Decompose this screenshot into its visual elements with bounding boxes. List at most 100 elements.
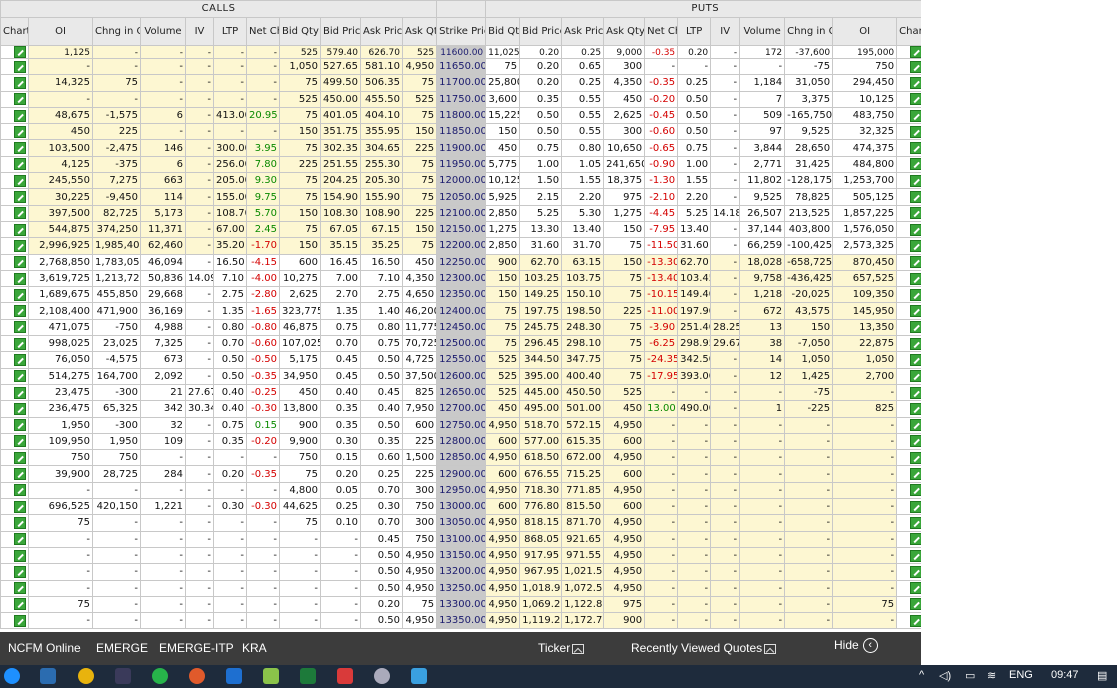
chart-cell[interactable] bbox=[0, 74, 29, 92]
chart-icon[interactable] bbox=[14, 419, 26, 432]
chart-icon[interactable] bbox=[14, 93, 26, 106]
footer-link-emerge-itp[interactable]: EMERGE-ITP bbox=[159, 641, 234, 655]
language-indicator[interactable]: ENG bbox=[1009, 669, 1033, 681]
chart-icon[interactable] bbox=[910, 207, 921, 220]
chart-cell[interactable] bbox=[896, 546, 921, 565]
recently-viewed-toggle[interactable]: Recently Viewed Quotes bbox=[631, 641, 777, 655]
chart-icon[interactable] bbox=[910, 272, 921, 285]
chart-cell[interactable] bbox=[896, 383, 921, 402]
chart-icon[interactable] bbox=[14, 484, 26, 497]
chart-cell[interactable] bbox=[896, 465, 921, 483]
chart-cell[interactable] bbox=[896, 269, 921, 288]
chart-cell[interactable] bbox=[0, 237, 29, 255]
chart-cell[interactable] bbox=[896, 595, 921, 614]
chart-cell[interactable] bbox=[896, 188, 921, 206]
strike-price[interactable]: 12400.00 bbox=[436, 302, 487, 320]
chart-cell[interactable] bbox=[896, 481, 921, 500]
chart-icon[interactable] bbox=[14, 370, 26, 383]
strike-price[interactable]: 12300.00 bbox=[436, 269, 487, 288]
chart-cell[interactable] bbox=[896, 253, 921, 271]
clock[interactable]: 09:47 bbox=[1051, 669, 1079, 681]
chart-cell[interactable] bbox=[896, 335, 921, 353]
chart-icon[interactable] bbox=[14, 321, 26, 334]
chart-cell[interactable] bbox=[0, 172, 29, 190]
explorer-icon[interactable] bbox=[40, 668, 56, 684]
network-icon[interactable]: ≋ bbox=[987, 669, 996, 682]
chart-icon[interactable] bbox=[910, 239, 921, 252]
chart-icon[interactable] bbox=[14, 223, 26, 236]
footer-link-ncfm[interactable]: NCFM Online bbox=[8, 641, 81, 655]
chart-cell[interactable] bbox=[0, 286, 29, 304]
chart-icon[interactable] bbox=[910, 549, 921, 562]
chart-cell[interactable] bbox=[896, 302, 921, 320]
chart-icon[interactable] bbox=[910, 598, 921, 611]
chart-cell[interactable] bbox=[896, 220, 921, 239]
chart-icon[interactable] bbox=[910, 142, 921, 155]
strike-price[interactable]: 12600.00 bbox=[436, 367, 487, 385]
strike-price[interactable]: 12250.00 bbox=[436, 253, 487, 271]
strike-price[interactable]: 11750.00 bbox=[436, 90, 487, 108]
strike-price[interactable]: 12650.00 bbox=[436, 383, 487, 402]
chart-icon[interactable] bbox=[910, 386, 921, 399]
chart-icon[interactable] bbox=[14, 174, 26, 187]
strike-price[interactable]: 13000.00 bbox=[436, 498, 487, 516]
strike-price[interactable]: 12450.00 bbox=[436, 318, 487, 337]
chart-cell[interactable] bbox=[0, 579, 29, 597]
chart-icon[interactable] bbox=[14, 272, 26, 285]
chart-icon[interactable] bbox=[14, 158, 26, 171]
chart-cell[interactable] bbox=[896, 432, 921, 451]
chart-icon[interactable] bbox=[910, 468, 921, 481]
chart-cell[interactable] bbox=[0, 123, 29, 141]
strike-price[interactable]: 13200.00 bbox=[436, 563, 487, 581]
app-red-icon[interactable] bbox=[189, 668, 205, 684]
start-icon[interactable] bbox=[4, 668, 20, 684]
chart-cell[interactable] bbox=[0, 106, 29, 125]
chart-cell[interactable] bbox=[0, 318, 29, 337]
chart-icon[interactable] bbox=[14, 288, 26, 301]
strike-price[interactable]: 11700.00 bbox=[436, 74, 487, 92]
chart-cell[interactable] bbox=[0, 416, 29, 434]
chart-icon[interactable] bbox=[910, 582, 921, 595]
strike-price[interactable]: 12050.00 bbox=[436, 188, 487, 206]
chart-cell[interactable] bbox=[896, 318, 921, 337]
chart-cell[interactable] bbox=[0, 449, 29, 467]
strike-price[interactable]: 12100.00 bbox=[436, 204, 487, 222]
strike-price[interactable]: 12800.00 bbox=[436, 432, 487, 451]
chart-icon[interactable] bbox=[14, 142, 26, 155]
chart-icon[interactable] bbox=[910, 109, 921, 122]
chart-icon[interactable] bbox=[14, 451, 26, 464]
chart-cell[interactable] bbox=[0, 383, 29, 402]
battery-icon[interactable]: ▭ bbox=[965, 669, 975, 682]
chart-cell[interactable] bbox=[896, 45, 921, 59]
chart-cell[interactable] bbox=[0, 514, 29, 532]
chart-cell[interactable] bbox=[0, 612, 29, 630]
strike-price[interactable]: 13100.00 bbox=[436, 530, 487, 548]
chart-cell[interactable] bbox=[896, 204, 921, 222]
chart-cell[interactable] bbox=[896, 416, 921, 434]
chart-cell[interactable] bbox=[896, 514, 921, 532]
chart-icon[interactable] bbox=[910, 533, 921, 546]
chart-icon[interactable] bbox=[14, 598, 26, 611]
chart-cell[interactable] bbox=[896, 172, 921, 190]
chart-cell[interactable] bbox=[896, 90, 921, 108]
strike-price[interactable]: 13300.00 bbox=[436, 595, 487, 614]
chart-icon[interactable] bbox=[14, 109, 26, 122]
chart-icon[interactable] bbox=[910, 451, 921, 464]
chart-cell[interactable] bbox=[0, 253, 29, 271]
chart-cell[interactable] bbox=[0, 546, 29, 565]
chart-icon[interactable] bbox=[14, 500, 26, 513]
chart-icon[interactable] bbox=[910, 419, 921, 432]
edge-icon[interactable] bbox=[226, 668, 242, 684]
chart-icon[interactable] bbox=[14, 549, 26, 562]
app-media-icon[interactable] bbox=[337, 668, 353, 684]
volume-icon[interactable]: ◁) bbox=[939, 669, 951, 682]
strike-price[interactable]: 12950.00 bbox=[436, 481, 487, 500]
chart-cell[interactable] bbox=[0, 220, 29, 239]
strike-price[interactable]: 13150.00 bbox=[436, 546, 487, 565]
chart-icon[interactable] bbox=[14, 76, 26, 89]
chart-cell[interactable] bbox=[0, 465, 29, 483]
footer-link-kra[interactable]: KRA bbox=[242, 641, 267, 655]
app-lime-icon[interactable] bbox=[263, 668, 279, 684]
chart-cell[interactable] bbox=[896, 563, 921, 581]
chart-cell[interactable] bbox=[0, 90, 29, 108]
